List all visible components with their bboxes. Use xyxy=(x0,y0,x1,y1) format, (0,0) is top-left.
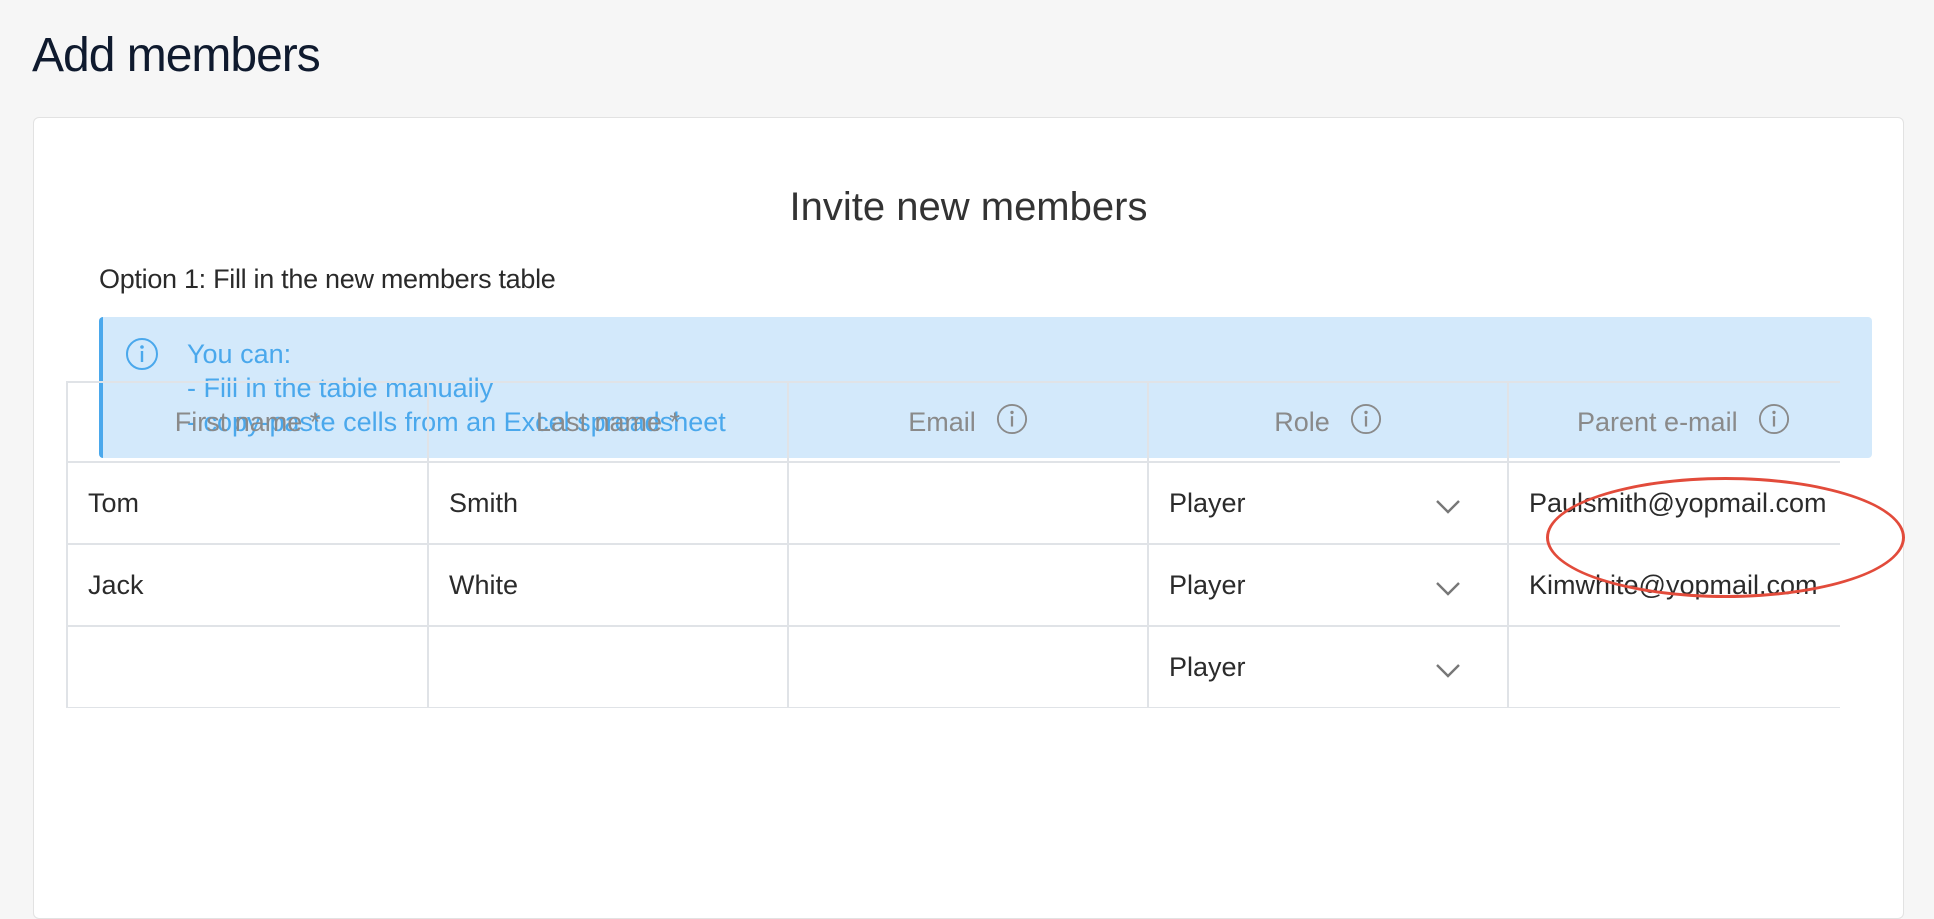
role-select[interactable]: Player xyxy=(1147,543,1509,627)
chevron-down-icon[interactable] xyxy=(1435,491,1461,522)
card-title: Invite new members xyxy=(789,185,1148,229)
email-cell[interactable] xyxy=(787,461,1149,545)
email-cell[interactable] xyxy=(787,625,1149,708)
role-info-icon[interactable] xyxy=(1350,403,1382,442)
header-parent-email: Parent e-mail xyxy=(1507,381,1840,463)
first-name-cell[interactable] xyxy=(68,625,429,708)
last-name-cell[interactable]: White xyxy=(427,543,789,627)
page-title: Add members xyxy=(32,29,321,82)
parent-email-cell[interactable]: Paulsmith@yopmail.com xyxy=(1507,461,1840,545)
header-role: Role xyxy=(1147,381,1509,463)
table-row: Jack White Player Kimwhite@yopmail.com xyxy=(68,543,1840,627)
email-cell[interactable] xyxy=(787,543,1149,627)
last-name-cell[interactable] xyxy=(427,625,789,708)
role-value: Player xyxy=(1169,569,1246,600)
header-last-name: Last name * xyxy=(427,381,789,463)
parent-email-cell[interactable] xyxy=(1507,625,1840,708)
first-name-cell[interactable]: Tom xyxy=(68,461,429,545)
info-icon xyxy=(125,337,159,376)
option-1-title: Option 1: Fill in the new members table xyxy=(99,264,556,294)
chevron-down-icon[interactable] xyxy=(1435,573,1461,604)
header-first-name: First name * xyxy=(68,381,429,463)
role-select[interactable]: Player xyxy=(1147,461,1509,545)
role-value: Player xyxy=(1169,651,1246,682)
table-row: Player xyxy=(68,625,1840,708)
parent-email-cell[interactable]: Kimwhite@yopmail.com xyxy=(1507,543,1840,627)
header-email: Email xyxy=(787,381,1149,463)
role-select[interactable]: Player xyxy=(1147,625,1509,708)
chevron-down-icon[interactable] xyxy=(1435,655,1461,686)
last-name-cell[interactable]: Smith xyxy=(427,461,789,545)
members-table: First name * Last name * Email Role Pare… xyxy=(66,381,1840,708)
table-row: Tom Smith Player Paulsmith@yopmail.com xyxy=(68,461,1840,545)
first-name-cell[interactable]: Jack xyxy=(68,543,429,627)
email-info-icon[interactable] xyxy=(996,403,1028,442)
info-line: You can: xyxy=(187,339,292,369)
role-value: Player xyxy=(1169,487,1246,518)
parent-email-info-icon[interactable] xyxy=(1758,403,1790,442)
